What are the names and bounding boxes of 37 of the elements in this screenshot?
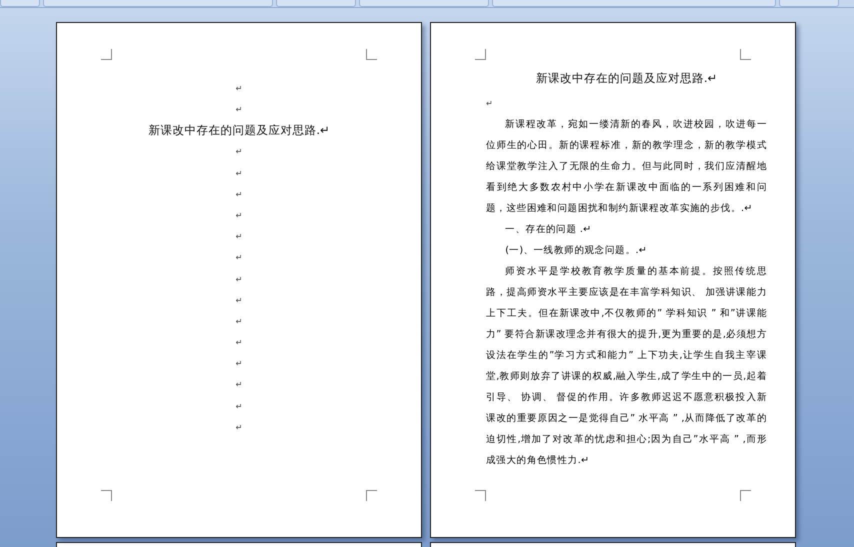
ribbon-tab[interactable]: [43, 0, 273, 7]
document-title: 新课改中存在的问题及应对思路.↵: [147, 122, 331, 140]
paragraph-mark: ↵: [234, 274, 244, 286]
ribbon-tab[interactable]: [779, 0, 839, 7]
body-paragraph: 新课程改革，宛如一缕清新的春风，吹进校园，吹进每一位师生的心田。新的课程标准，新的教学理念，新的教学模式给课堂教学注入了无限的生命力。但与此同时，我们应清醒地看到绝大多数农村中小学在新课改中面临的一系列困难和问题，这些困难和问题困扰和制约新课程改革实施的步伐。.↵: [486, 118, 767, 216]
ribbon-tab[interactable]: [276, 0, 356, 7]
paragraph-mark: ↵: [234, 400, 244, 413]
crop-mark: [101, 49, 112, 60]
paragraph-mark: ↵: [234, 168, 244, 180]
paragraph-mark: ↵: [234, 337, 244, 350]
crop-mark: [740, 49, 751, 60]
body-paragraph: 一、存在的问题 .↵: [504, 223, 592, 238]
ribbon-tab[interactable]: [359, 0, 489, 7]
ribbon-tab[interactable]: [0, 0, 40, 7]
ribbon-tab[interactable]: [492, 0, 776, 7]
crop-mark: [740, 490, 751, 501]
crop-mark: [101, 490, 112, 501]
body-paragraph: 师资水平是学校教育教学质量的基本前提。按照传统思路，提高师资水平主要应该是在丰富学科知识、 加强讲课能力上下工夫。但在新课改中,不仅教师的” 学科知识 ” 和”讲课能力” 要符合新课改理念并有很大的提升,更为重要的是,必须想方设法在学生的”学习方式和能力” 上下功夫,让学生自我主宰课堂,教师则放弃了讲课的权威,融入学生,成了学生中的一员,起着引导、 协调、 督促的作用。许多教师迟迟不愿意积极投入新课改的重要原因之一是觉得自己” 水平高 ” ,从而降低了改革的迫切性,增加了对改革的忧虑和担心;因为自己”水平高 ” ,而形成强大的角色惯性力.↵: [486, 264, 767, 468]
document-title: 新课改中存在的问题及应对思路.↵: [534, 70, 718, 87]
paragraph-mark: ↵: [234, 252, 244, 264]
crop-mark: [366, 49, 377, 60]
paragraph-mark: ↵: [234, 379, 244, 392]
paragraph-mark: ↵: [234, 422, 244, 434]
paragraph-mark: ↵: [234, 146, 244, 158]
crop-mark: [475, 490, 486, 501]
crop-mark: [475, 49, 486, 60]
paragraph-mark: ↵: [234, 210, 244, 222]
paragraph-mark: ↵: [234, 294, 244, 307]
body-paragraph: (一)、一线教师的观念问题。.↵: [504, 244, 648, 258]
paragraph-mark: ↵: [234, 358, 244, 370]
paragraph-mark: ↵: [234, 188, 244, 201]
paragraph-mark: ↵: [486, 98, 494, 110]
crop-mark: [366, 490, 377, 501]
paragraph-mark: ↵: [234, 83, 244, 95]
paragraph-mark: ↵: [234, 316, 244, 328]
paragraph-mark: ↵: [234, 104, 244, 116]
paragraph-mark: ↵: [234, 231, 244, 244]
